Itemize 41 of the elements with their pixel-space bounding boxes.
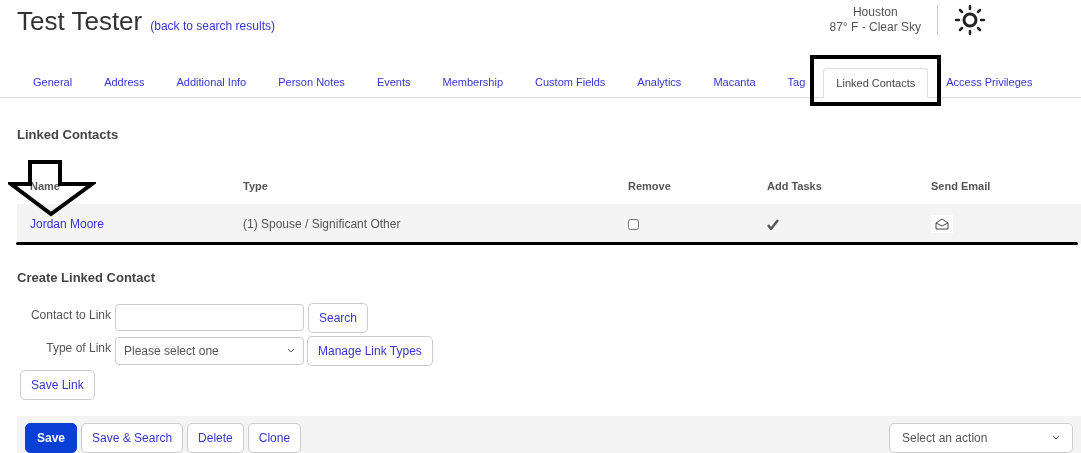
tab[interactable]: Events	[375, 66, 412, 97]
tab[interactable]: Additional Info	[175, 66, 248, 97]
link-type-select[interactable]: Please select one	[115, 336, 304, 365]
tab[interactable]: Analytics	[636, 66, 683, 97]
field-label: Type of Link	[45, 339, 111, 357]
chevron-icon	[1052, 435, 1060, 440]
field-label: Contact to Link	[29, 306, 111, 324]
section-heading: Create Linked Contact	[17, 269, 156, 287]
page-title: Test Tester	[17, 8, 143, 34]
footer-button[interactable]: Save	[25, 422, 78, 453]
footer-button[interactable]: Save & Search	[81, 422, 184, 453]
tab[interactable]: Macanta	[712, 66, 757, 97]
column-header: Send Email	[930, 178, 992, 194]
tab[interactable]: Person Notes	[277, 66, 346, 97]
envelope-icon[interactable]	[931, 215, 953, 234]
column-header: Add Tasks	[766, 178, 823, 194]
action-select[interactable]: Select an action	[889, 422, 1073, 453]
contact-link[interactable]: Jordan Moore	[17, 215, 230, 233]
tab[interactable]: Linked Contacts	[823, 67, 929, 98]
footer-button[interactable]: Delete	[187, 422, 244, 453]
column-header: Type	[242, 178, 269, 194]
tab[interactable]: Membership	[441, 66, 505, 97]
tab[interactable]: Access Privileges	[945, 66, 1034, 97]
back-link[interactable]: (back to search results)	[150, 17, 275, 35]
contact-input-field[interactable]	[115, 304, 304, 331]
manage-link-types-button[interactable]: Manage Link Types	[307, 335, 433, 366]
footer-button[interactable]: Clone	[247, 422, 302, 453]
remove-checkbox[interactable]	[628, 219, 639, 231]
tab[interactable]: Address	[103, 66, 146, 97]
weather-conditions: 87° F - Clear Sky	[829, 20, 921, 35]
chevron-icon	[287, 348, 295, 353]
tab[interactable]: General	[32, 66, 74, 97]
column-header: Remove	[627, 178, 672, 194]
save-link-button[interactable]: Save Link	[20, 369, 95, 400]
search-button[interactable]: Search	[308, 302, 369, 333]
tab[interactable]: Tag	[786, 66, 807, 97]
tab[interactable]: Custom Fields	[534, 66, 607, 97]
section-heading: Linked Contacts	[17, 126, 120, 144]
city-label: Houston	[851, 5, 899, 20]
sun-icon	[954, 4, 986, 36]
table-cell-text: (1) Spouse / Significant Other	[242, 216, 402, 233]
